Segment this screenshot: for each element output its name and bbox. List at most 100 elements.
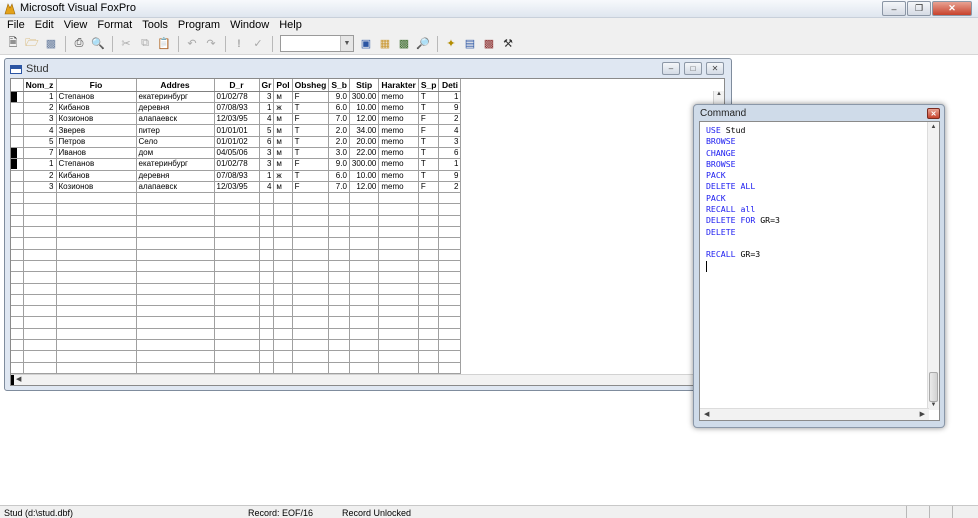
table-cell[interactable]: м [273, 147, 293, 160]
table-cell[interactable]: 4 [259, 113, 275, 126]
table-cell[interactable]: м [273, 158, 293, 171]
table-cell[interactable]: F [418, 124, 440, 137]
command-line[interactable] [706, 238, 780, 249]
column-header[interactable]: S_b [328, 79, 350, 92]
table-cell[interactable]: 5 [23, 136, 57, 148]
table-cell[interactable]: T [418, 136, 440, 148]
column-header[interactable]: Gr [259, 79, 275, 92]
command-line[interactable]: CHANGE [706, 148, 780, 159]
table-cell[interactable]: T [292, 136, 330, 148]
table-cell[interactable]: F [292, 181, 330, 194]
table-cell[interactable]: екатеринбург [136, 91, 215, 103]
table-cell[interactable]: F [418, 113, 440, 126]
menu-edit[interactable]: Edit [30, 18, 59, 33]
table-cell[interactable]: memo [378, 102, 419, 115]
table-cell[interactable]: 3 [438, 136, 462, 148]
table-cell[interactable]: Козионов [56, 113, 137, 126]
table-cell[interactable]: 2.0 [328, 136, 350, 148]
table-row[interactable]: 2 Кибанов деревня 07/08/93 1 ж T 6.0 10.00 memo T 9 [11, 102, 462, 115]
browse-minimize-button[interactable]: – [662, 62, 680, 75]
table-cell[interactable]: алапаевск [136, 113, 215, 126]
table-cell[interactable]: деревня [136, 102, 215, 115]
table-cell[interactable]: 12.00 [349, 113, 380, 126]
table-cell[interactable]: T [292, 147, 330, 160]
browse-window-title-bar[interactable]: Stud – □ ✕ [5, 59, 731, 79]
table-row[interactable]: 4 Зверев питер 01/01/01 5 м T 2.0 34.00 memo F 4 [11, 124, 462, 137]
table-cell[interactable]: 01/01/02 [214, 136, 260, 148]
column-header[interactable]: Addres [136, 79, 215, 92]
record-selector[interactable] [11, 170, 24, 182]
table-cell[interactable]: 34.00 [349, 124, 380, 137]
table-cell[interactable]: Степанов [56, 91, 137, 103]
paste-icon[interactable]: 📋 [155, 35, 173, 53]
table-cell[interactable]: 7.0 [328, 113, 350, 126]
table-cell[interactable]: 7.0 [328, 181, 350, 194]
deletion-mark[interactable] [11, 91, 17, 102]
open-folder-icon[interactable]: 🗁 [23, 35, 41, 53]
column-header[interactable]: Obsheg [292, 79, 330, 92]
table-cell[interactable]: 01/02/78 [214, 91, 260, 103]
table-cell[interactable]: T [418, 170, 440, 182]
table-cell[interactable]: Иванов [56, 147, 137, 160]
table-row[interactable]: 1 Степанов екатеринбург 01/02/78 3 м F 9.0 300.0… [11, 158, 462, 171]
table-cell[interactable]: 9 [438, 102, 462, 115]
command-window-title-bar[interactable]: Command ✕ [694, 105, 944, 121]
command-window-icon[interactable]: ▦ [376, 35, 394, 53]
tools-icon[interactable]: ⚒ [499, 35, 517, 53]
table-cell[interactable]: Кибанов [56, 170, 137, 182]
table-cell[interactable]: 5 [259, 124, 275, 137]
minimize-button[interactable]: – [882, 1, 906, 16]
table-cell[interactable]: 01/02/78 [214, 158, 260, 171]
record-selector[interactable] [11, 102, 24, 115]
command-line[interactable]: USE Stud [706, 125, 780, 136]
copy-icon[interactable]: ⧉ [136, 35, 154, 53]
deletion-mark[interactable] [11, 148, 17, 158]
command-close-button[interactable]: ✕ [927, 108, 940, 119]
chevron-down-icon[interactable]: ▼ [340, 36, 353, 51]
table-cell[interactable]: 2 [23, 102, 57, 115]
redo-icon[interactable]: ↷ [202, 35, 220, 53]
command-line[interactable]: DELETE [706, 227, 780, 238]
table-cell[interactable]: F [292, 113, 330, 126]
table-cell[interactable]: алапаевск [136, 181, 215, 194]
table-cell[interactable]: Степанов [56, 158, 137, 171]
record-selector[interactable] [11, 136, 24, 148]
table-cell[interactable]: 6.0 [328, 102, 350, 115]
table-cell[interactable]: 4 [259, 181, 275, 194]
table-cell[interactable]: T [292, 124, 330, 137]
column-header[interactable]: Deti [438, 79, 462, 92]
table-cell[interactable]: 6 [259, 136, 275, 148]
table-cell[interactable]: F [292, 91, 330, 103]
table-cell[interactable]: T [292, 170, 330, 182]
menu-help[interactable]: Help [274, 18, 307, 33]
print-icon[interactable]: ⎙ [70, 35, 88, 53]
table-cell[interactable]: Петров [56, 136, 137, 148]
record-selector[interactable] [11, 147, 24, 160]
table-cell[interactable]: F [292, 158, 330, 171]
table-cell[interactable]: T [418, 102, 440, 115]
save-icon[interactable]: ▩ [42, 35, 60, 53]
table-cell[interactable]: 1 [23, 158, 57, 171]
deletion-mark[interactable] [11, 159, 17, 170]
table-cell[interactable]: 20.00 [349, 136, 380, 148]
scroll-down-icon[interactable]: ▼ [928, 402, 939, 408]
table-cell[interactable]: екатеринбург [136, 158, 215, 171]
table-cell[interactable]: Кибанов [56, 102, 137, 115]
table-cell[interactable]: м [273, 91, 293, 103]
table-cell[interactable]: 6.0 [328, 170, 350, 182]
table-row[interactable]: 3 Козионов алапаевск 12/03/95 4 м F 7.0 12.00 mem… [11, 181, 462, 194]
new-file-icon[interactable]: 🗎 [4, 35, 22, 53]
table-cell[interactable]: 2 [438, 181, 462, 194]
table-row[interactable]: 1 Степанов екатеринбург 01/02/78 3 м F 9.0 300.0… [11, 91, 462, 103]
table-cell[interactable]: memo [378, 181, 419, 194]
column-header[interactable]: D_r [214, 79, 260, 92]
table-cell[interactable]: 4 [23, 124, 57, 137]
scroll-left-icon[interactable]: ◀ [16, 375, 21, 383]
table-cell[interactable]: 3.0 [328, 147, 350, 160]
data-session-icon[interactable]: ▣ [357, 35, 375, 53]
table-cell[interactable]: 7 [23, 147, 57, 160]
browse-grid[interactable]: Nom_z Fio Addres D_r Gr Pol Obsheg S_b S… [10, 78, 725, 386]
table-cell[interactable]: 9.0 [328, 158, 350, 171]
table-cell[interactable]: 1 [259, 102, 275, 115]
table-cell[interactable]: 12.00 [349, 181, 380, 194]
